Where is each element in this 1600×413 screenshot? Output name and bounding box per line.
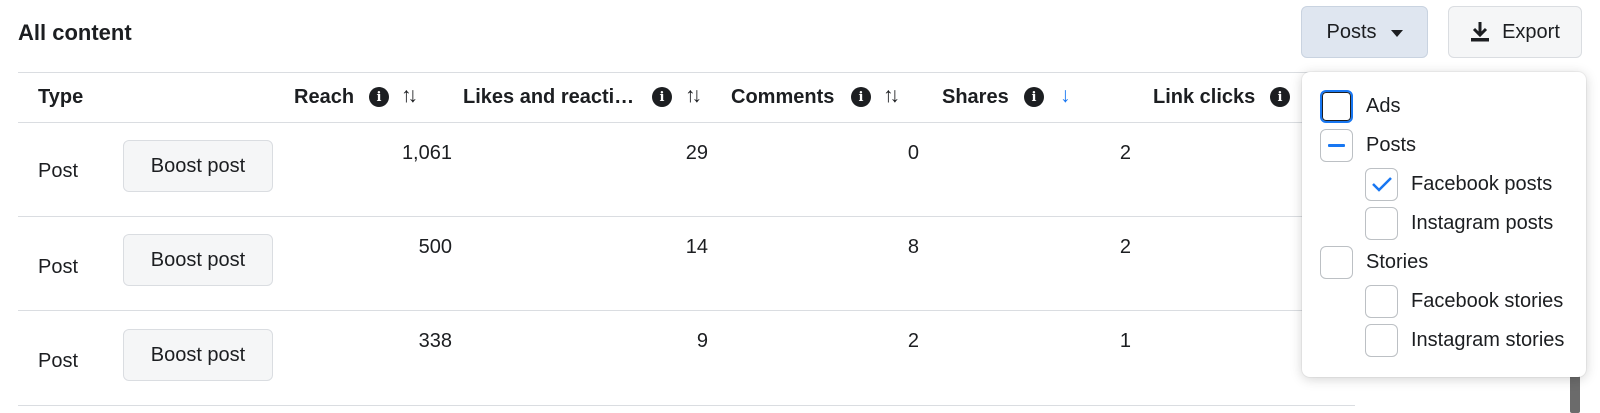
cell-shares: 2	[1119, 236, 1131, 258]
posts-filter-label: Posts	[1326, 20, 1377, 43]
column-header-type: Type	[38, 86, 84, 108]
checkbox[interactable]	[1320, 128, 1353, 162]
filter-option-label: Stories	[1366, 250, 1429, 273]
cell-comments: 8	[907, 236, 919, 258]
info-icon[interactable]: i	[369, 87, 389, 107]
row-divider	[18, 405, 1355, 406]
checkbox[interactable]	[1365, 323, 1398, 357]
column-header-shares[interactable]: Shares	[942, 86, 1009, 109]
info-icon[interactable]: i	[652, 87, 672, 107]
minus-icon	[1328, 143, 1345, 147]
filter-option-instagram-posts[interactable]: Instagram posts	[1365, 206, 1553, 240]
checkbox[interactable]	[1365, 206, 1398, 240]
boost-post-button[interactable]: Boost post	[123, 329, 273, 381]
cell-type: Post	[38, 350, 79, 372]
cell-reach: 338	[418, 330, 452, 352]
checkbox[interactable]	[1365, 284, 1398, 318]
scrollbar[interactable]	[1570, 372, 1580, 413]
posts-filter-button[interactable]: Posts	[1301, 6, 1428, 58]
check-icon	[1371, 177, 1392, 192]
info-icon[interactable]: i	[851, 87, 871, 107]
cell-type: Post	[38, 160, 79, 182]
sort-icon[interactable]: ↑↓	[685, 84, 702, 108]
caret-down-icon	[1390, 29, 1403, 37]
arrow-down-icon[interactable]: ↓	[1060, 84, 1071, 108]
filter-option-label: Facebook stories	[1411, 289, 1564, 312]
filter-option-posts[interactable]: Posts	[1320, 128, 1416, 162]
download-icon	[1471, 22, 1490, 42]
column-header-reach[interactable]: Reach	[294, 86, 354, 109]
cell-likes: 14	[685, 236, 708, 258]
cell-likes: 9	[696, 330, 708, 352]
cell-shares: 1	[1119, 330, 1131, 352]
info-icon[interactable]: i	[1024, 87, 1044, 107]
filter-option-label: Ads	[1366, 94, 1401, 117]
cell-reach: 1,061	[401, 142, 452, 164]
row-divider	[18, 310, 1355, 311]
filter-option-facebook-posts[interactable]: Facebook posts	[1365, 167, 1552, 201]
table-top-divider	[18, 72, 1355, 73]
column-header-likes[interactable]: Likes and reacti…	[463, 86, 634, 109]
filter-option-ads[interactable]: Ads	[1320, 89, 1400, 123]
sort-icon[interactable]: ↑↓	[883, 84, 900, 108]
info-icon[interactable]: i	[1270, 87, 1290, 107]
cell-comments: 2	[907, 330, 919, 352]
filter-option-label: Facebook posts	[1411, 172, 1553, 195]
filter-option-label: Posts	[1366, 133, 1417, 156]
cell-likes: 29	[685, 142, 708, 164]
boost-post-button[interactable]: Boost post	[123, 140, 273, 192]
filter-option-stories[interactable]: Stories	[1320, 245, 1428, 279]
sort-icon[interactable]: ↑↓	[401, 84, 418, 108]
cell-type: Post	[38, 256, 79, 278]
boost-post-button[interactable]: Boost post	[123, 234, 273, 286]
filter-option-instagram-stories[interactable]: Instagram stories	[1365, 323, 1564, 357]
column-header-comments[interactable]: Comments	[731, 86, 834, 109]
posts-filter-menu: Ads Posts Facebook posts Instagram posts…	[1302, 72, 1586, 377]
column-header-link-clicks[interactable]: Link clicks	[1153, 86, 1255, 109]
filter-option-label: Instagram stories	[1411, 328, 1565, 351]
cell-comments: 0	[907, 142, 919, 164]
filter-option-facebook-stories[interactable]: Facebook stories	[1365, 284, 1563, 318]
page-title: All content	[18, 20, 132, 45]
header-divider	[18, 122, 1355, 123]
filter-option-label: Instagram posts	[1411, 211, 1554, 234]
export-label: Export	[1502, 20, 1560, 43]
row-divider	[18, 216, 1355, 217]
checkbox[interactable]	[1365, 167, 1398, 201]
export-button[interactable]: Export	[1448, 6, 1582, 58]
checkbox[interactable]	[1320, 89, 1353, 123]
cell-reach: 500	[418, 236, 452, 258]
cell-shares: 2	[1119, 142, 1131, 164]
checkbox[interactable]	[1320, 245, 1353, 279]
